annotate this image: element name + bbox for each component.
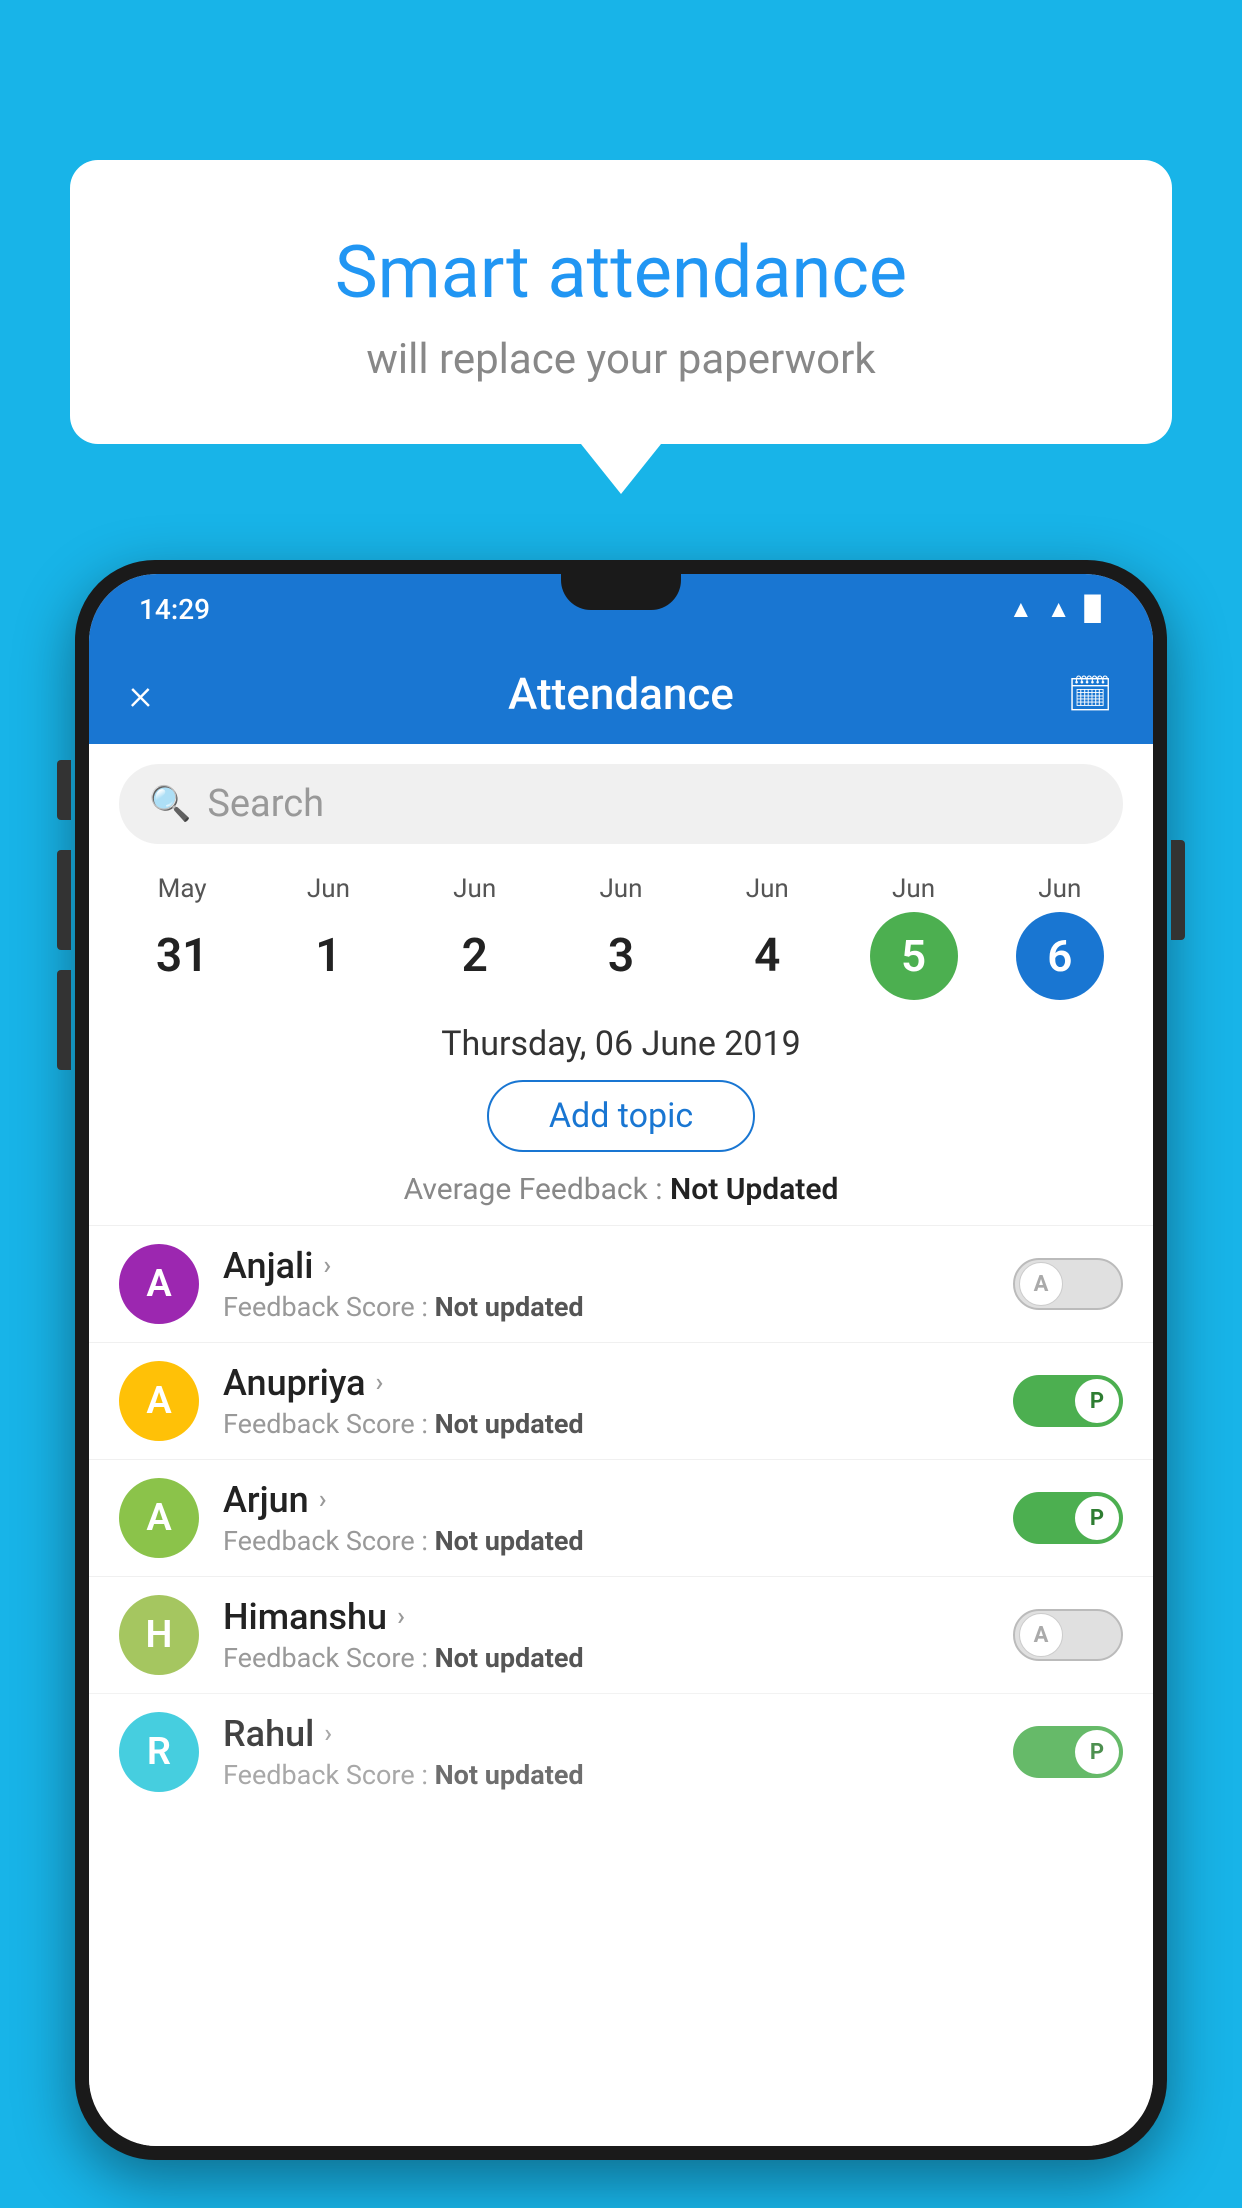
cal-month-6: Jun	[1038, 874, 1081, 904]
chevron-icon: ›	[319, 1485, 327, 1515]
avatar-anjali: A	[119, 1244, 199, 1324]
student-item-anupriya[interactable]: A Anupriya › Feedback Score : Not updated P	[89, 1342, 1153, 1459]
student-name-himanshu: Himanshu ›	[223, 1596, 1013, 1638]
app-title: Attendance	[189, 668, 1053, 720]
student-item-arjun[interactable]: A Arjun › Feedback Score : Not updated P	[89, 1459, 1153, 1576]
student-name-arjun: Arjun ›	[223, 1479, 1013, 1521]
cal-day-3[interactable]: 3	[577, 912, 665, 1000]
student-info-arjun: Arjun › Feedback Score : Not updated	[223, 1479, 1013, 1557]
student-feedback-arjun: Feedback Score : Not updated	[223, 1525, 1013, 1557]
calendar-icon[interactable]: 🗓	[1053, 673, 1113, 715]
student-info-anjali: Anjali › Feedback Score : Not updated	[223, 1245, 1013, 1323]
student-feedback-rahul: Feedback Score : Not updated	[223, 1759, 1013, 1791]
toggle-knob-himanshu: A	[1019, 1613, 1063, 1657]
student-name-rahul: Rahul ›	[223, 1713, 1013, 1755]
chevron-icon: ›	[324, 1719, 332, 1749]
attendance-toggle-himanshu[interactable]: A	[1013, 1609, 1123, 1661]
selected-date: Thursday, 06 June 2019	[89, 1000, 1153, 1080]
search-bar[interactable]: 🔍 Search	[119, 764, 1123, 844]
avatar-rahul: R	[119, 1712, 199, 1792]
attendance-toggle-arjun[interactable]: P	[1013, 1492, 1123, 1544]
student-info-rahul: Rahul › Feedback Score : Not updated	[223, 1713, 1013, 1791]
student-item-rahul[interactable]: R Rahul › Feedback Score : Not updated P	[89, 1693, 1153, 1810]
chevron-icon: ›	[323, 1251, 331, 1281]
calendar-col-3[interactable]: Jun 3	[548, 874, 694, 1000]
avatar-anupriya: A	[119, 1361, 199, 1441]
close-button[interactable]: ×	[129, 668, 189, 720]
student-info-anupriya: Anupriya › Feedback Score : Not updated	[223, 1362, 1013, 1440]
calendar-row: May 31 Jun 1 Jun 2 Jun 3 Jun 4 Jun 5 Jun 6	[89, 864, 1153, 1000]
search-input[interactable]: Search	[207, 782, 324, 826]
avg-feedback-label: Average Feedback :	[404, 1172, 670, 1207]
student-item-anjali[interactable]: AAnjali ›Feedback Score : Not updatedA	[89, 1225, 1153, 1342]
phone-power-button	[1171, 840, 1185, 940]
speech-bubble-title: Smart attendance	[130, 230, 1112, 315]
cal-month-1: Jun	[307, 874, 350, 904]
add-topic-button[interactable]: Add topic	[487, 1080, 755, 1152]
student-list: AAnjali ›Feedback Score : Not updatedAAA…	[89, 1225, 1153, 2146]
cal-day-1[interactable]: 1	[284, 912, 372, 1000]
status-bar: 14:29 ▲ ▲ ▉	[89, 574, 1153, 644]
cal-day-31[interactable]: 31	[138, 912, 226, 1000]
cal-day-5[interactable]: 5	[870, 912, 958, 1000]
content-area: Thursday, 06 June 2019 Add topic Average…	[89, 1000, 1153, 2146]
app-bar: × Attendance 🗓	[89, 644, 1153, 744]
calendar-col-2[interactable]: Jun 2	[402, 874, 548, 1000]
cal-month-2: Jun	[453, 874, 496, 904]
chevron-icon: ›	[376, 1368, 384, 1398]
wifi-icon: ▲	[1009, 595, 1033, 624]
phone-volume-up-button	[57, 850, 71, 950]
calendar-col-5[interactable]: Jun 5	[840, 874, 986, 1000]
attendance-toggle-anjali[interactable]: A	[1013, 1258, 1123, 1310]
attendance-toggle-rahul[interactable]: P	[1013, 1726, 1123, 1778]
student-feedback-anupriya: Feedback Score : Not updated	[223, 1408, 1013, 1440]
battery-icon: ▉	[1085, 595, 1103, 623]
search-container: 🔍 Search	[89, 744, 1153, 864]
toggle-knob-anupriya: P	[1075, 1379, 1119, 1423]
phone-container: 14:29 ▲ ▲ ▉ × Attendance 🗓 🔍 Search	[75, 560, 1167, 2208]
speech-bubble: Smart attendance will replace your paper…	[70, 160, 1172, 444]
status-time: 14:29	[139, 593, 210, 626]
phone-volume-down-button	[57, 970, 71, 1070]
cal-month-4: Jun	[746, 874, 789, 904]
calendar-col-1[interactable]: Jun 1	[255, 874, 401, 1000]
phone-notch	[561, 574, 681, 610]
speech-bubble-wrapper: Smart attendance will replace your paper…	[70, 160, 1172, 494]
phone-frame: 14:29 ▲ ▲ ▉ × Attendance 🗓 🔍 Search	[75, 560, 1167, 2160]
status-icons: ▲ ▲ ▉	[1009, 595, 1103, 624]
cal-month-5: Jun	[892, 874, 935, 904]
chevron-icon: ›	[397, 1602, 405, 1632]
speech-bubble-tail	[581, 444, 661, 494]
avg-feedback-value: Not Updated	[670, 1172, 838, 1207]
student-name-anjali: Anjali ›	[223, 1245, 1013, 1287]
signal-icon: ▲	[1047, 595, 1071, 624]
cal-day-2[interactable]: 2	[431, 912, 519, 1000]
calendar-col-4[interactable]: Jun 4	[694, 874, 840, 1000]
student-info-himanshu: Himanshu › Feedback Score : Not updated	[223, 1596, 1013, 1674]
avatar-arjun: A	[119, 1478, 199, 1558]
cal-day-4[interactable]: 4	[723, 912, 811, 1000]
cal-month-3: Jun	[599, 874, 642, 904]
speech-bubble-subtitle: will replace your paperwork	[130, 335, 1112, 384]
toggle-knob-anjali: A	[1019, 1262, 1063, 1306]
cal-month-0: May	[158, 874, 207, 904]
search-icon: 🔍	[149, 784, 191, 824]
cal-day-6[interactable]: 6	[1016, 912, 1104, 1000]
phone-mute-button	[57, 760, 71, 820]
attendance-toggle-anupriya[interactable]: P	[1013, 1375, 1123, 1427]
calendar-col-6[interactable]: Jun 6	[987, 874, 1133, 1000]
student-name-anupriya: Anupriya ›	[223, 1362, 1013, 1404]
avatar-himanshu: H	[119, 1595, 199, 1675]
student-item-himanshu[interactable]: H Himanshu › Feedback Score : Not updatedA	[89, 1576, 1153, 1693]
avg-feedback: Average Feedback : Not Updated	[89, 1172, 1153, 1225]
toggle-knob-arjun: P	[1075, 1496, 1119, 1540]
student-feedback-himanshu: Feedback Score : Not updated	[223, 1642, 1013, 1674]
calendar-col-31[interactable]: May 31	[109, 874, 255, 1000]
phone-screen: 14:29 ▲ ▲ ▉ × Attendance 🗓 🔍 Search	[89, 574, 1153, 2146]
student-feedback-anjali: Feedback Score : Not updated	[223, 1291, 1013, 1323]
toggle-knob-rahul: P	[1075, 1730, 1119, 1774]
